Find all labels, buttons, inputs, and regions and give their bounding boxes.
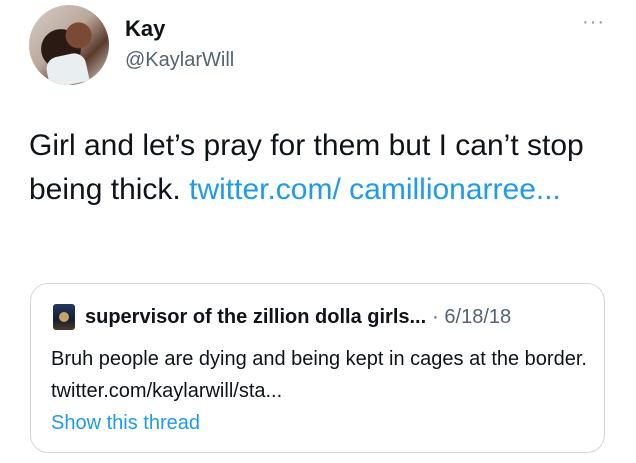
- author-handle[interactable]: @KaylarWill: [125, 49, 234, 72]
- quoted-tweet[interactable]: supervisor of the zillion dolla girls...…: [30, 283, 605, 453]
- show-thread-link[interactable]: Show this thread: [51, 412, 200, 435]
- tweet-link[interactable]: twitter.com/ camillionarree...: [189, 173, 561, 206]
- quoted-date: · 6/18/18: [432, 305, 512, 328]
- quoted-author-avatar: [53, 304, 75, 330]
- quoted-tweet-header: supervisor of the zillion dolla girls...…: [53, 304, 511, 330]
- avatar-photo-detail: [44, 51, 90, 85]
- author-name[interactable]: Kay: [125, 16, 165, 42]
- ellipsis-icon[interactable]: ···: [582, 12, 605, 32]
- quoted-tweet-text: Bruh people are dying and being kept in …: [51, 348, 587, 402]
- tweet-text: Girl and let’s pray for them but I can’t…: [29, 124, 609, 212]
- author-avatar[interactable]: [29, 5, 109, 85]
- quoted-author-name: supervisor of the zillion dolla girls...: [85, 305, 427, 328]
